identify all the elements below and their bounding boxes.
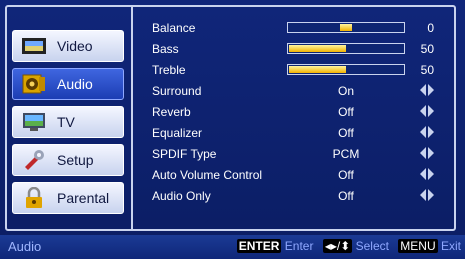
setting-row-reverb[interactable]: Reverb Off xyxy=(152,102,442,122)
setting-value: Off xyxy=(338,105,354,119)
setting-value: On xyxy=(337,84,354,98)
select-hint: Select xyxy=(355,239,389,253)
sidebar-item-label: Video xyxy=(57,38,93,54)
setting-label: SPDIF Type xyxy=(152,147,217,161)
balance-slider-fill xyxy=(340,24,352,31)
status-text: Audio xyxy=(8,239,42,254)
setting-label: Bass xyxy=(152,42,179,56)
bass-slider[interactable] xyxy=(287,43,405,54)
left-right-arrow-icon[interactable] xyxy=(420,84,434,96)
sidebar-item-label: Audio xyxy=(57,76,93,92)
sidebar-item-audio[interactable]: Audio xyxy=(12,68,124,100)
left-right-arrow-icon[interactable] xyxy=(420,147,434,159)
left-right-arrow-icon[interactable] xyxy=(420,168,434,180)
bottom-bar: Audio ENTER Enter ◂▸/⬍ Select MENU Exit xyxy=(0,235,465,259)
setting-row-balance[interactable]: Balance 0 xyxy=(152,18,442,38)
menu-hint: Exit xyxy=(440,239,461,253)
setting-value: 50 xyxy=(420,42,434,56)
panel-divider xyxy=(131,5,133,231)
setting-label: Equalizer xyxy=(152,126,203,140)
setting-label: Audio Only xyxy=(152,189,211,203)
sidebar-item-setup[interactable]: Setup xyxy=(12,144,124,176)
balance-slider[interactable] xyxy=(287,22,405,33)
sidebar-item-label: Setup xyxy=(57,152,94,168)
film-icon xyxy=(22,38,46,54)
key-hints: ENTER Enter ◂▸/⬍ Select MENU Exit xyxy=(236,239,461,253)
select-key-badge: ◂▸/⬍ xyxy=(322,239,353,253)
setting-label: Treble xyxy=(152,63,186,77)
sidebar: Video Audio TV Setup Parental xyxy=(12,30,124,220)
setting-row-equalizer[interactable]: Equalizer Off xyxy=(152,123,442,143)
sidebar-item-video[interactable]: Video xyxy=(12,30,124,62)
sidebar-item-label: TV xyxy=(57,114,75,130)
lock-icon xyxy=(26,187,42,208)
setting-value: Off xyxy=(338,189,354,203)
left-right-arrow-icon[interactable] xyxy=(420,105,434,117)
setting-value: PCM xyxy=(332,147,360,161)
treble-slider[interactable] xyxy=(287,64,405,75)
left-right-arrow-icon[interactable] xyxy=(420,126,434,138)
tv-osd-screen: Video Audio TV Setup Parental Balance 0 … xyxy=(0,0,465,259)
setting-value: Off xyxy=(338,168,354,182)
setting-value: Off xyxy=(338,126,354,140)
wrench-icon xyxy=(25,150,44,170)
treble-slider-fill xyxy=(289,66,346,73)
television-icon xyxy=(23,113,45,131)
setting-row-surround[interactable]: Surround On xyxy=(152,81,442,101)
setting-value: 0 xyxy=(427,21,434,35)
setting-row-bass[interactable]: Bass 50 xyxy=(152,39,442,59)
menu-key-badge: MENU xyxy=(398,239,438,253)
sidebar-item-label: Parental xyxy=(57,190,110,206)
bass-slider-fill xyxy=(289,45,346,52)
left-right-arrow-icon[interactable] xyxy=(420,189,434,201)
sidebar-item-tv[interactable]: TV xyxy=(12,106,124,138)
enter-hint: Enter xyxy=(284,239,314,253)
setting-label: Reverb xyxy=(152,105,191,119)
setting-label: Balance xyxy=(152,21,196,35)
enter-key-badge: ENTER xyxy=(236,239,282,253)
setting-row-treble[interactable]: Treble 50 xyxy=(152,60,442,80)
setting-value: 50 xyxy=(420,63,434,77)
speaker-icon xyxy=(22,74,45,94)
setting-label: Auto Volume Control xyxy=(152,168,263,182)
setting-row-spdif-type[interactable]: SPDIF Type PCM xyxy=(152,144,442,164)
setting-row-auto-volume-control[interactable]: Auto Volume Control Off xyxy=(152,165,442,185)
sidebar-item-parental[interactable]: Parental xyxy=(12,182,124,214)
setting-label: Surround xyxy=(152,84,202,98)
setting-row-audio-only[interactable]: Audio Only Off xyxy=(152,186,442,206)
